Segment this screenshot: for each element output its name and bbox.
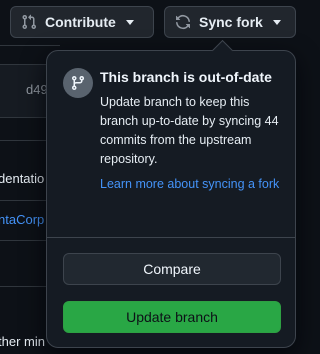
learn-more-link[interactable]: Learn more about syncing a fork <box>100 175 280 194</box>
chevron-down-icon <box>125 19 134 25</box>
divider <box>0 140 46 141</box>
sync-icon <box>175 14 191 30</box>
popover-title: This branch is out-of-date <box>100 69 272 85</box>
sync-fork-popover: This branch is out-of-date Update branch… <box>46 50 296 348</box>
chevron-down-icon <box>272 19 281 25</box>
divider <box>0 286 46 287</box>
git-branch-icon <box>63 68 93 98</box>
divider <box>0 200 46 201</box>
compare-button[interactable]: Compare <box>63 253 281 285</box>
contribute-button[interactable]: Contribute <box>10 6 154 38</box>
update-branch-button[interactable]: Update branch <box>63 301 281 333</box>
sync-fork-label: Sync fork <box>199 14 263 30</box>
divider <box>0 240 46 241</box>
divider <box>0 45 60 46</box>
popover-description: Update branch to keep this branch up-to-… <box>100 95 279 166</box>
git-pull-request-icon <box>21 14 37 30</box>
contribute-label: Contribute <box>45 14 116 30</box>
popover-divider <box>47 237 295 238</box>
sync-fork-button[interactable]: Sync fork <box>164 6 296 38</box>
